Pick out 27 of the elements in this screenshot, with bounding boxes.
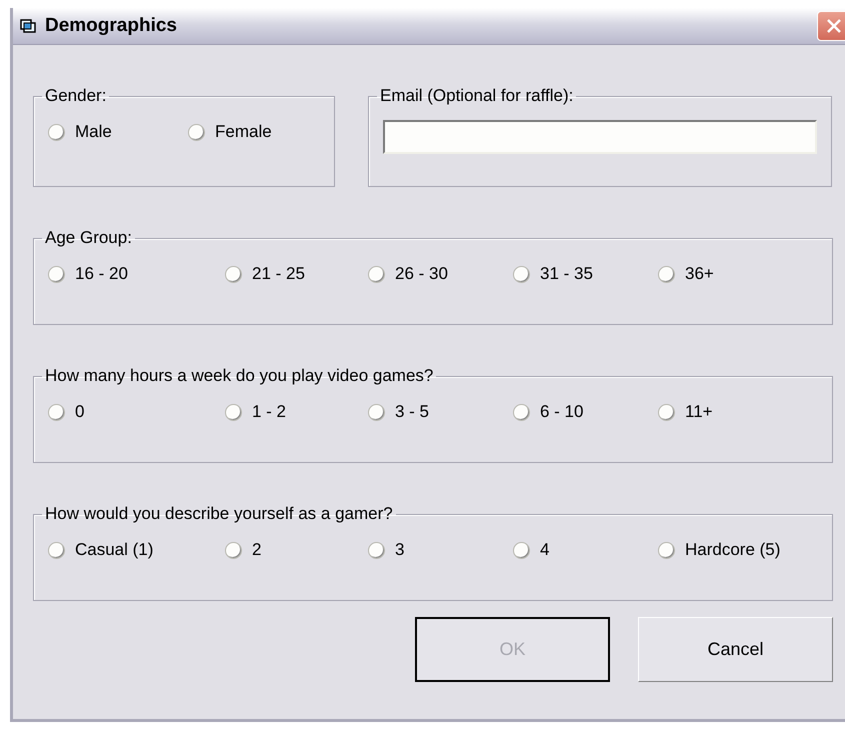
close-button[interactable]: [817, 11, 845, 41]
radio-option[interactable]: 2: [225, 540, 368, 560]
group-label: Gender:: [44, 86, 108, 106]
email-field[interactable]: [383, 120, 817, 154]
radio-option[interactable]: 3 - 5: [368, 402, 513, 422]
group-label: Email (Optional for raffle):: [379, 86, 574, 106]
group-label: How many hours a week do you play video games?: [44, 366, 434, 386]
group-label: How would you describe yourself as a gamer?: [44, 504, 394, 524]
radio-option[interactable]: Hardcore (5): [658, 540, 832, 560]
radio-option[interactable]: 26 - 30: [368, 264, 513, 284]
radio-option[interactable]: 0: [48, 402, 225, 422]
radio-option[interactable]: 31 - 35: [513, 264, 658, 284]
radio-option[interactable]: 4: [513, 540, 658, 560]
cancel-button[interactable]: Cancel: [638, 617, 833, 682]
radio-option[interactable]: 1 - 2: [225, 402, 368, 422]
radio-option[interactable]: 21 - 25: [225, 264, 368, 284]
radio-option[interactable]: Casual (1): [48, 540, 225, 560]
window-title: Demographics: [45, 15, 178, 37]
radio-option[interactable]: 36+: [658, 264, 832, 284]
group-label: Age Group:: [44, 228, 133, 248]
radio-option[interactable]: Female: [188, 122, 334, 142]
radio-option[interactable]: 16 - 20: [48, 264, 225, 284]
radio-option[interactable]: 3: [368, 540, 513, 560]
radio-option[interactable]: 11+: [658, 402, 832, 422]
radio-option[interactable]: 6 - 10: [513, 402, 658, 422]
radio-option[interactable]: Male: [48, 122, 188, 142]
window-icon: [19, 18, 37, 34]
